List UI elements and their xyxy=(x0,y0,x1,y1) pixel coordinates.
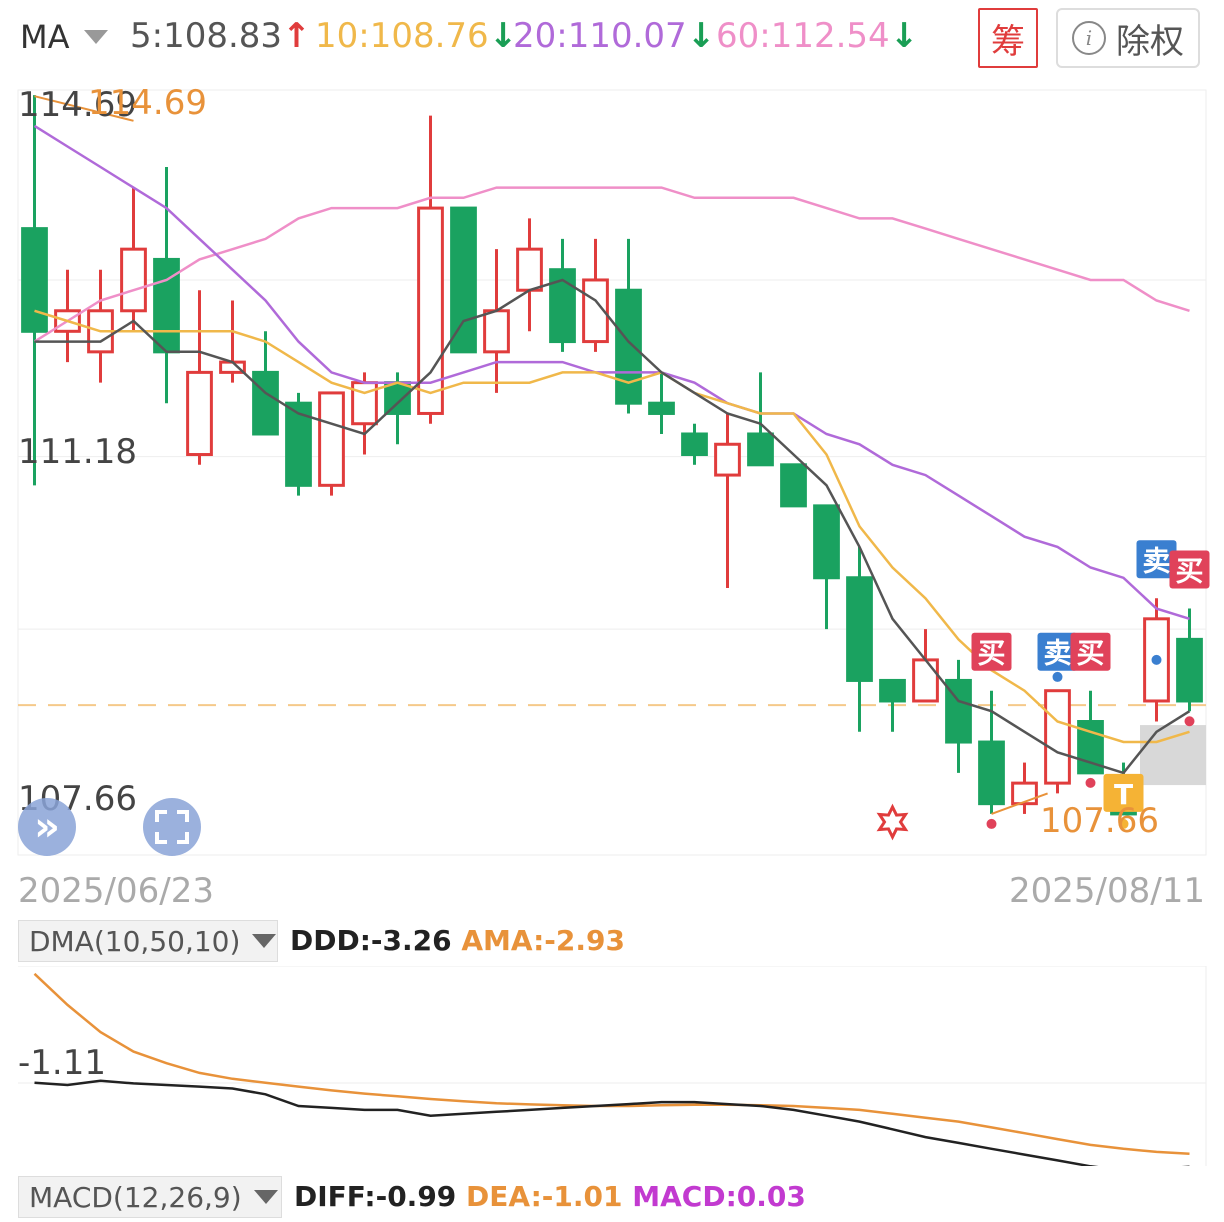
candle-down xyxy=(780,463,807,508)
candlestick-chart[interactable]: 买卖买卖 买T 114.69 114.69 111.18 107.66 107.6… xyxy=(0,80,1224,910)
dma-selector-label: DMA(10,50,10) xyxy=(29,924,241,958)
candle-down xyxy=(21,227,48,333)
dma-lines xyxy=(33,972,1190,1166)
candle-up xyxy=(120,247,147,313)
signal-dot xyxy=(1052,671,1063,682)
projection-area xyxy=(1140,725,1206,786)
max-price-label: 114.69 xyxy=(88,83,207,123)
candle-up xyxy=(1011,781,1038,806)
star-icon xyxy=(876,803,909,841)
signal-label: 买 xyxy=(1076,637,1104,670)
candle-up xyxy=(483,309,510,354)
expand-button[interactable]: » xyxy=(18,798,76,856)
ama-line xyxy=(33,972,1190,1156)
fullscreen-button[interactable] xyxy=(143,798,201,856)
ma60-line xyxy=(33,186,1190,343)
ex-rights-label: 除权 xyxy=(1116,21,1184,62)
candle-down xyxy=(978,740,1005,806)
candle-up xyxy=(912,658,939,703)
dea-value: DEA:-1.01 xyxy=(466,1180,623,1213)
ma60-label: 60:112.54 xyxy=(716,16,890,56)
ddd-line xyxy=(34,1079,1190,1166)
signal-label: 卖 xyxy=(1142,544,1170,577)
candle-down xyxy=(681,432,708,457)
signal-dot xyxy=(1151,654,1162,665)
ma10-label: 10:108.76 xyxy=(315,16,489,56)
chevron-down-icon xyxy=(83,30,108,44)
dma-y-tick: -1.11 xyxy=(18,1043,106,1083)
macd-value: MACD:0.03 xyxy=(632,1180,806,1213)
candles xyxy=(21,95,1203,816)
dma-grid xyxy=(18,966,1207,1166)
y-tick-mid: 111.18 xyxy=(18,432,137,472)
ma20-value: 20:110.07↓ xyxy=(513,16,715,56)
signal-buy: 买 xyxy=(1169,550,1210,589)
signal-buy: 买 xyxy=(1070,632,1111,671)
chevron-down-icon xyxy=(252,934,277,948)
info-icon: i xyxy=(1072,21,1106,55)
dma-values: DDD:-3.26 AMA:-2.93 xyxy=(290,924,625,957)
signal-label: 卖 xyxy=(1043,637,1071,670)
candle-up xyxy=(318,391,345,487)
candle-down xyxy=(615,288,642,405)
ma60-value: 60:112.54↓ xyxy=(716,16,918,56)
ex-rights-button[interactable]: i 除权 xyxy=(1056,8,1200,68)
ma10-value: 10:108.76↓ xyxy=(315,16,517,56)
signal-dot xyxy=(1085,777,1096,788)
ma-selector[interactable]: MA xyxy=(20,18,108,56)
arrow-down-icon: ↓ xyxy=(686,16,716,56)
dma-chart[interactable]: -1.11 xyxy=(0,966,1224,1166)
candle-down xyxy=(813,504,840,580)
candle-down xyxy=(450,206,477,354)
signal-dot xyxy=(1184,716,1195,727)
x-label-start: 2025/06/23 xyxy=(18,871,214,910)
ma5-line xyxy=(34,278,1191,775)
ama-value: AMA:-2.93 xyxy=(461,924,626,957)
candle-down xyxy=(846,576,873,682)
candle-down xyxy=(153,257,180,354)
candle-up xyxy=(1044,689,1071,785)
dma-selector[interactable]: DMA(10,50,10) xyxy=(18,920,278,962)
candle-up xyxy=(351,381,378,426)
chart-frame xyxy=(17,89,1207,856)
ma5-value: 5:108.83↑ xyxy=(130,16,311,56)
candle-down xyxy=(1176,637,1203,703)
double-chevron-right-icon: » xyxy=(34,804,60,850)
diff-value: DIFF:-0.99 xyxy=(294,1180,457,1213)
candle-down xyxy=(747,432,774,467)
x-label-end: 2025/08/11 xyxy=(1009,871,1205,910)
min-price-label: 107.66 xyxy=(1040,801,1159,841)
ma20-label: 20:110.07 xyxy=(513,16,687,56)
chips-button[interactable]: 筹 xyxy=(978,8,1038,68)
candle-up xyxy=(186,370,213,457)
candle-down xyxy=(252,370,279,436)
candle-down xyxy=(648,401,675,415)
candle-down xyxy=(384,381,411,415)
indicator-header: MA 5:108.83↑ 10:108.76↓ 20:110.07↓ 60:11… xyxy=(0,0,1224,80)
ma-selector-label: MA xyxy=(20,18,70,56)
arrow-up-icon: ↑ xyxy=(282,16,311,56)
macd-selector-label: MACD(12,26,9) xyxy=(29,1180,242,1214)
candle-down xyxy=(879,678,906,703)
macd-values: DIFF:-0.99 DEA:-1.01 MACD:0.03 xyxy=(294,1180,806,1213)
signal-label: 买 xyxy=(1175,555,1203,588)
chips-button-label: 筹 xyxy=(991,21,1025,62)
ma5-label: 5:108.83 xyxy=(130,16,283,56)
ddd-value: DDD:-3.26 xyxy=(290,924,452,957)
chart-grid xyxy=(17,89,1207,856)
signal-buy: 买 xyxy=(971,632,1012,671)
signal-label: 买 xyxy=(977,637,1005,670)
fullscreen-icon xyxy=(155,810,189,844)
arrow-down-icon: ↓ xyxy=(889,16,919,56)
signal-dot xyxy=(986,818,997,829)
candle-up xyxy=(516,247,543,292)
candle-up xyxy=(714,442,741,477)
chevron-down-icon xyxy=(253,1190,278,1204)
macd-selector[interactable]: MACD(12,26,9) xyxy=(18,1176,282,1218)
